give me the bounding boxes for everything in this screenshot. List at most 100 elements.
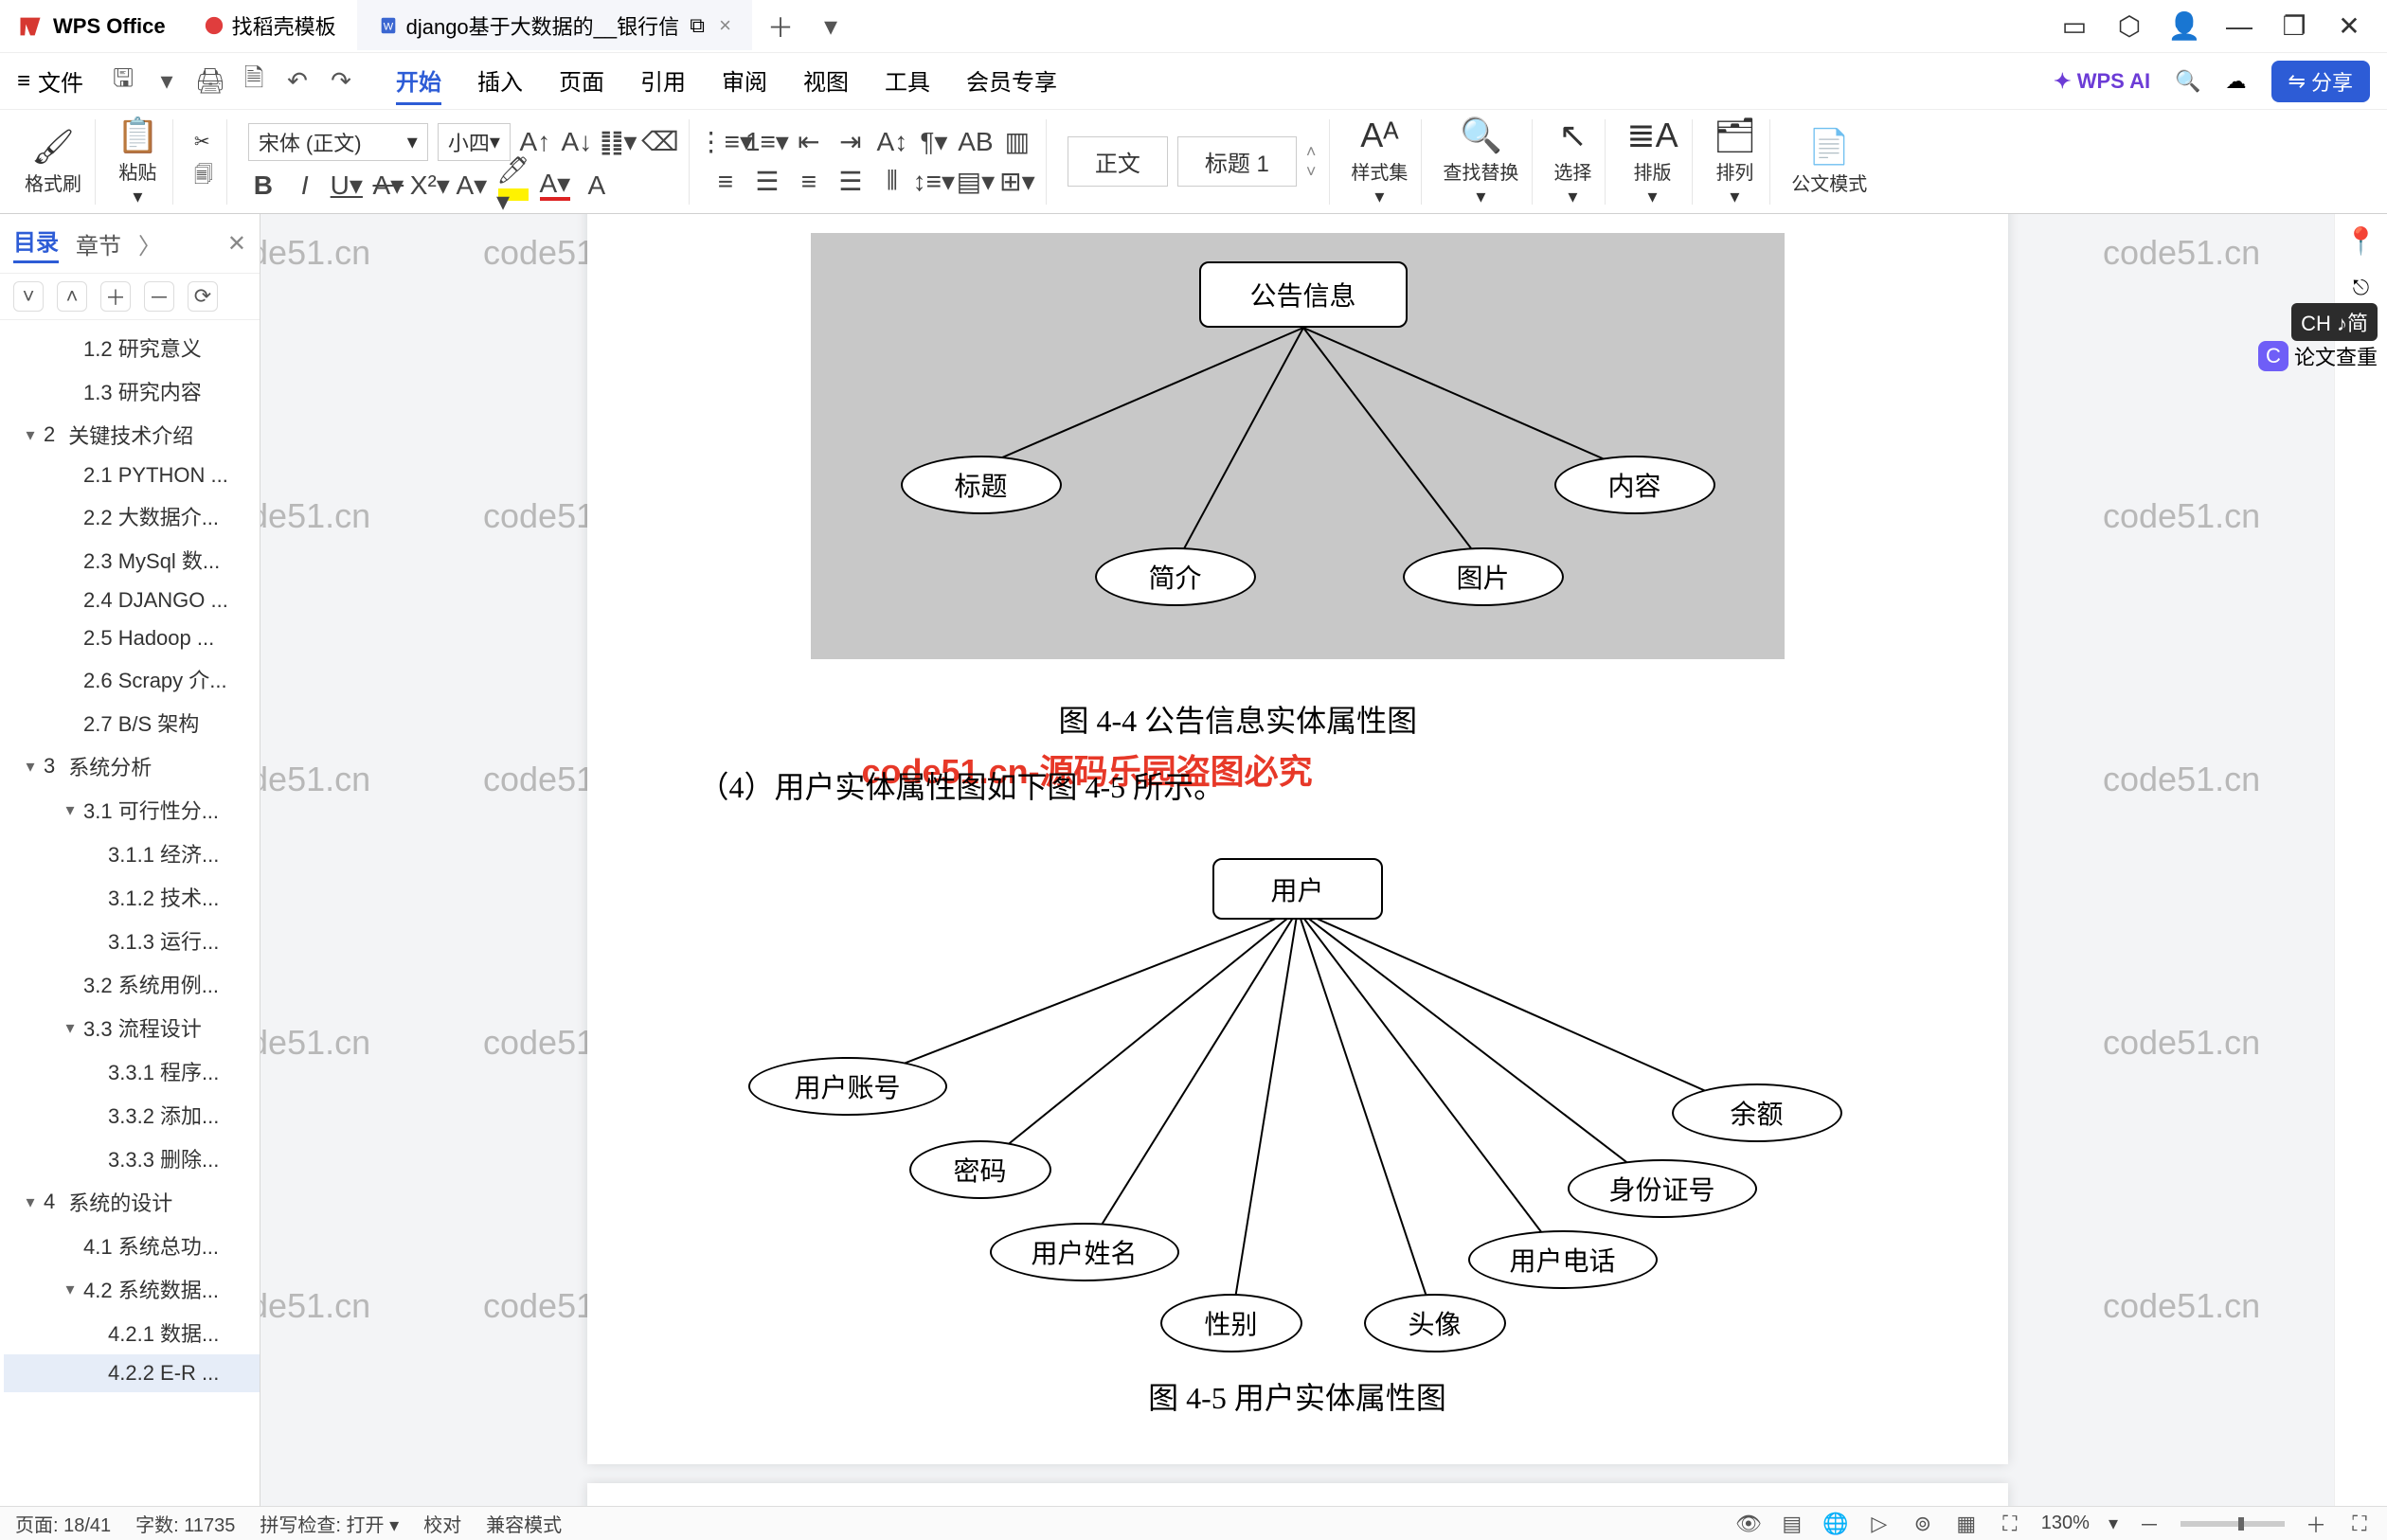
apps-icon[interactable]: ▭ (2061, 13, 2088, 40)
outline-item[interactable]: 3.3.1 程序... (4, 1049, 260, 1093)
ribbon-format-brush[interactable]: 🖌 格式刷 (11, 119, 96, 205)
highlight-icon[interactable]: 🖊▾ (498, 170, 529, 201)
outline-item[interactable]: 2.7 B/S 架构 (4, 701, 260, 744)
redo-icon[interactable]: ↷ (328, 68, 354, 95)
ribbon-select[interactable]: ↖选择▾ (1540, 119, 1606, 205)
save-dropdown-icon[interactable]: ▾ (153, 68, 180, 95)
wps-ai-button[interactable]: ✦ WPS AI (2054, 69, 2150, 94)
tab-templates[interactable]: 找稻壳模板 (183, 0, 357, 52)
outline-item[interactable]: 3.1.3 运行... (4, 919, 260, 962)
outline-item[interactable]: 2.1 PYTHON ... (4, 457, 260, 494)
status-words[interactable]: 字数: 11735 (135, 1510, 235, 1537)
avatar-icon[interactable]: 👤 (2171, 13, 2198, 40)
zoom-slider[interactable] (2181, 1521, 2285, 1527)
play-icon[interactable]: ▷ (1867, 1512, 1892, 1536)
ime-indicator[interactable]: CH ♪简 (2291, 303, 2378, 341)
ribbon-official-mode[interactable]: 📄公文模式 (1778, 119, 1880, 205)
status-proof[interactable]: 校对 (423, 1510, 461, 1537)
outline-item[interactable]: 2.2 大数据介... (4, 494, 260, 538)
print-layout-icon[interactable]: ▤ (1780, 1512, 1804, 1536)
outline-item[interactable]: 4.2.1 数据... (4, 1311, 260, 1354)
pin-icon[interactable]: 📍 (2344, 225, 2378, 257)
zoom-out-icon[interactable]: － (2137, 1512, 2162, 1536)
web-layout-icon[interactable]: 🌐 (1823, 1512, 1848, 1536)
outline-item[interactable]: 1.3 研究内容 (4, 369, 260, 413)
outline-item[interactable]: 3.3.3 删除... (4, 1137, 260, 1180)
outline-item[interactable]: ▾4系统的设计 (4, 1180, 260, 1224)
menu-page[interactable]: 页面 (559, 58, 604, 105)
border-icon[interactable]: ⊞▾ (1002, 167, 1032, 197)
close-icon[interactable]: × (719, 13, 731, 38)
strike-icon[interactable]: A▾ (373, 170, 404, 201)
font-name-combo[interactable]: 宋体 (正文)▾ (248, 123, 428, 161)
line-spacing-icon[interactable]: ↕≡▾ (919, 167, 949, 197)
outline-item[interactable]: 2.6 Scrapy 介... (4, 657, 260, 701)
restore-icon[interactable]: ❐ (2281, 13, 2307, 40)
outline-tab-toc[interactable]: 目录 (13, 224, 59, 263)
fit-icon[interactable]: ⛶ (1998, 1512, 2022, 1536)
copy-icon[interactable]: 🗐 (194, 161, 213, 193)
menu-tools[interactable]: 工具 (885, 58, 930, 105)
outline-close-icon[interactable]: ✕ (227, 230, 246, 258)
status-compat[interactable]: 兼容模式 (486, 1510, 562, 1537)
outline-add-icon[interactable]: ＋ (100, 281, 131, 312)
add-tab-button[interactable]: ＋ (752, 0, 809, 52)
paragraph-marks-icon[interactable]: ¶▾ (919, 127, 949, 157)
outline-tab-sections[interactable]: 章节 (76, 227, 121, 260)
align-center-icon[interactable]: ☰ (752, 167, 782, 197)
char-shading-icon[interactable]: A (582, 170, 612, 201)
align-justify-icon[interactable]: ☰ (835, 167, 866, 197)
style-nav-up-icon[interactable]: ˄ (1306, 142, 1317, 162)
ribbon-styleset[interactable]: Aᴬ样式集▾ (1337, 119, 1422, 205)
menu-review[interactable]: 审阅 (722, 58, 767, 105)
menu-view[interactable]: 视图 (803, 58, 849, 105)
change-case-icon[interactable]: ䷁▾ (603, 127, 634, 157)
reading-view-icon[interactable]: 👁 (1736, 1512, 1761, 1536)
underline-icon[interactable]: U▾ (332, 170, 362, 201)
clear-format-icon[interactable]: ⌫ (645, 127, 675, 157)
outline-expand-icon[interactable]: ˄ (57, 281, 87, 312)
outline-item[interactable]: 4.1 系统总功... (4, 1224, 260, 1267)
outline-list[interactable]: 1.2 研究意义1.3 研究内容▾2关键技术介绍2.1 PYTHON ...2.… (0, 320, 260, 1506)
decrease-font-icon[interactable]: A↓ (562, 127, 592, 157)
outline-collapse-icon[interactable]: ˅ (13, 281, 44, 312)
ribbon-layout-v[interactable]: 🗂排列▾ (1700, 119, 1771, 205)
indent-icon[interactable]: ⇥ (835, 127, 866, 157)
outline-item[interactable]: 3.3.2 添加... (4, 1093, 260, 1137)
shading-icon[interactable]: ▤▾ (960, 167, 991, 197)
settings-dots-icon[interactable]: ⊚ (1911, 1512, 1935, 1536)
text-direction-icon[interactable]: AB (960, 127, 991, 157)
close-window-icon[interactable]: ✕ (2336, 13, 2362, 40)
cube-icon[interactable]: ⬡ (2116, 13, 2143, 40)
tab-document[interactable]: W django基于大数据的__银行信 ⧉ × (357, 0, 752, 52)
distribute-icon[interactable]: ⫴ (877, 167, 907, 197)
outline-item[interactable]: 3.1.1 经济... (4, 832, 260, 875)
rail-item-1[interactable]: ⎋ (2343, 270, 2379, 306)
numbering-icon[interactable]: 1≡▾ (752, 127, 782, 157)
print-icon[interactable]: 🖨 (197, 68, 224, 95)
outline-item[interactable]: 2.5 Hadoop ... (4, 619, 260, 657)
outline-item[interactable]: 4.2.2 E-R ... (4, 1354, 260, 1392)
outline-item[interactable]: 3.2 系统用例... (4, 962, 260, 1006)
outline-item[interactable]: ▾4.2 系统数据... (4, 1267, 260, 1311)
menu-reference[interactable]: 引用 (640, 58, 686, 105)
status-page[interactable]: 页面: 18/41 (15, 1510, 111, 1537)
columns-icon[interactable]: ▥ (1002, 127, 1032, 157)
outline-item[interactable]: ▾3.3 流程设计 (4, 1006, 260, 1049)
align-right-icon[interactable]: ≡ (794, 167, 824, 197)
superscript-icon[interactable]: X²▾ (415, 170, 445, 201)
fullscreen-icon[interactable]: ⛶ (2347, 1512, 2372, 1536)
outline-item[interactable]: 3.1.2 技术... (4, 875, 260, 919)
bold-icon[interactable]: B (248, 170, 278, 201)
outdent-icon[interactable]: ⇤ (794, 127, 824, 157)
undo-icon[interactable]: ↶ (284, 68, 311, 95)
grid-icon[interactable]: ▦ (1954, 1512, 1979, 1536)
outline-item[interactable]: 1.2 研究意义 (4, 326, 260, 369)
ribbon-find-replace[interactable]: 🔍查找替换▾ (1429, 119, 1533, 205)
zoom-in-icon[interactable]: ＋ (2304, 1512, 2328, 1536)
outline-refresh-icon[interactable]: ⟳ (188, 281, 218, 312)
outline-remove-icon[interactable]: － (144, 281, 174, 312)
style-heading1[interactable]: 标题 1 (1177, 136, 1297, 187)
align-left-icon[interactable]: ≡ (710, 167, 741, 197)
save-icon[interactable]: 🖫 (110, 68, 136, 95)
